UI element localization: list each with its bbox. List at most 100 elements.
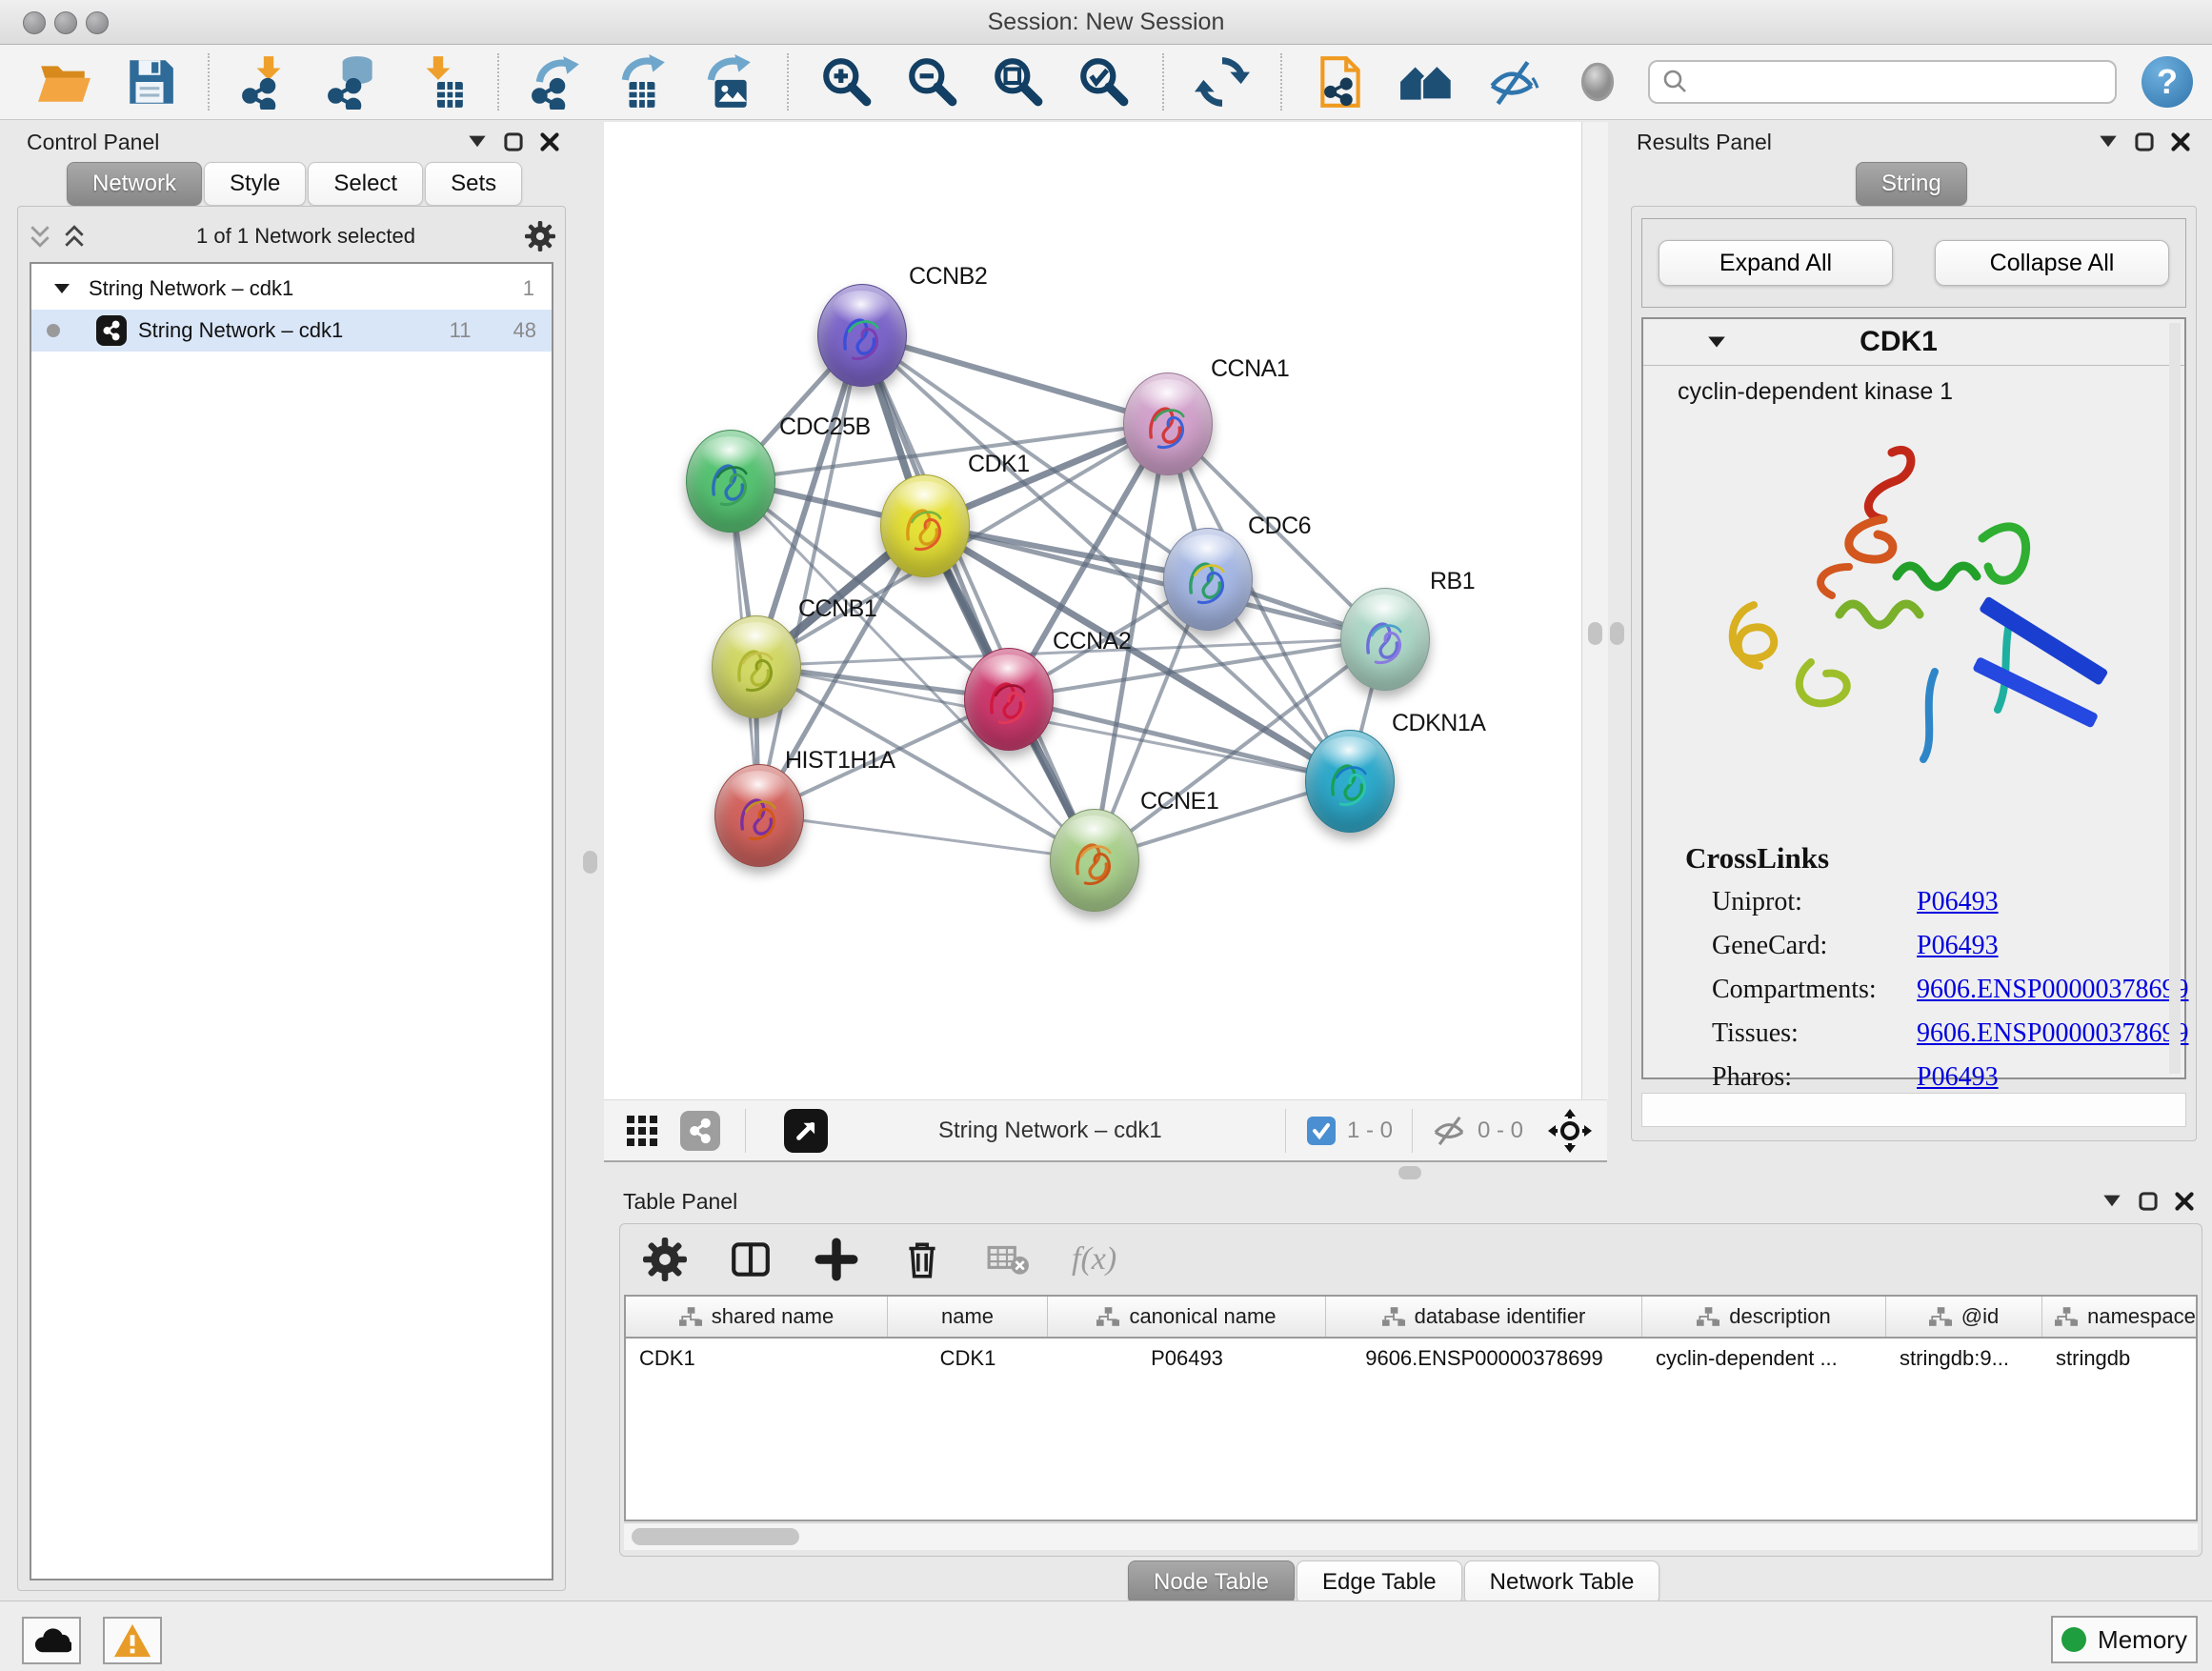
tree-expand-caret-icon[interactable] xyxy=(52,280,71,297)
network-share-icon[interactable] xyxy=(680,1111,720,1151)
panel-collapse-icon[interactable] xyxy=(2098,131,2119,152)
crosslink-link[interactable]: P06493 xyxy=(1917,931,1999,961)
panel-collapse-icon[interactable] xyxy=(2101,1191,2122,1212)
table-cell[interactable]: 9606.ENSP00000378699 xyxy=(1326,1339,1642,1379)
network-node-cdk1[interactable] xyxy=(880,474,970,577)
houses-icon-button[interactable] xyxy=(1398,54,1454,110)
network-scroll-strip[interactable] xyxy=(1581,122,1608,1099)
panel-collapse-icon[interactable] xyxy=(467,131,488,152)
help-button[interactable]: ? xyxy=(2142,56,2193,108)
tab-sets[interactable]: Sets xyxy=(425,162,522,206)
selected-checkbox[interactable] xyxy=(1307,1117,1336,1145)
import-network-button[interactable] xyxy=(240,54,295,110)
network-node-ccna2[interactable] xyxy=(964,648,1054,751)
panel-splitter-handle[interactable] xyxy=(1610,622,1624,645)
table-cell[interactable]: P06493 xyxy=(1048,1339,1326,1379)
zoom-out-button[interactable] xyxy=(905,54,960,110)
column-header-canonical-name[interactable]: canonical name xyxy=(1048,1297,1326,1337)
tab-style[interactable]: Style xyxy=(204,162,306,206)
table-cell[interactable]: stringdb:9... xyxy=(1886,1339,2042,1379)
export-image-button[interactable] xyxy=(701,54,756,110)
zoom-in-button[interactable] xyxy=(819,54,875,110)
save-session-button[interactable] xyxy=(122,54,177,110)
crosslink-link[interactable]: P06493 xyxy=(1917,887,1999,917)
table-cell[interactable]: cyclin-dependent ... xyxy=(1642,1339,1886,1379)
network-node-ccnb2[interactable] xyxy=(817,284,907,387)
table-cell[interactable]: CDK1 xyxy=(626,1339,888,1379)
column-header-namespace[interactable]: namespace xyxy=(2042,1297,2198,1337)
share-file-button[interactable] xyxy=(1313,54,1368,110)
horizontal-splitter-handle[interactable] xyxy=(1398,1166,1421,1179)
delete-column-icon[interactable] xyxy=(900,1238,944,1281)
tab-select[interactable]: Select xyxy=(308,162,423,206)
hidden-eye-icon[interactable] xyxy=(1430,1115,1468,1147)
panel-close-icon[interactable] xyxy=(539,131,560,152)
memory-button[interactable]: Memory xyxy=(2051,1616,2198,1663)
zoom-fit-button[interactable] xyxy=(991,54,1046,110)
tab-network[interactable]: Network xyxy=(67,162,202,206)
network-node-cdc25b[interactable] xyxy=(686,430,775,533)
network-node-ccnb1[interactable] xyxy=(712,615,801,718)
crosslink-link[interactable]: P06493 xyxy=(1917,1062,1999,1093)
panel-splitter-handle[interactable] xyxy=(583,851,597,874)
collapse-all-button[interactable]: Collapse All xyxy=(1935,240,2169,286)
expand-all-button[interactable]: Expand All xyxy=(1659,240,1893,286)
show-columns-icon[interactable] xyxy=(729,1238,773,1281)
table-cell[interactable]: CDK1 xyxy=(888,1339,1048,1379)
birdseye-crosshair-icon[interactable] xyxy=(1548,1109,1592,1153)
warning-status-button[interactable] xyxy=(103,1617,162,1664)
export-table-button[interactable] xyxy=(615,54,671,110)
network-row-selected[interactable]: String Network – cdk1 11 48 xyxy=(31,310,552,352)
table-hscrollbar[interactable] xyxy=(624,1522,2198,1550)
refresh-button[interactable] xyxy=(1195,54,1250,110)
network-canvas[interactable]: CCNB2CCNA1CDC25BCDK1CDC6RB1CCNB1CCNA2CDK… xyxy=(604,122,1581,1099)
network-edge[interactable] xyxy=(758,334,861,815)
column-header-description[interactable]: description xyxy=(1642,1297,1886,1337)
open-in-new-window-button[interactable] xyxy=(784,1109,828,1153)
gear-icon[interactable] xyxy=(525,221,555,252)
function-builder-icon[interactable]: f(x) xyxy=(1072,1241,1116,1278)
network-node-cdc6[interactable] xyxy=(1163,528,1253,631)
tab-node-table[interactable]: Node Table xyxy=(1128,1560,1295,1604)
tab-edge-table[interactable]: Edge Table xyxy=(1297,1560,1462,1604)
delete-table-icon[interactable] xyxy=(986,1238,1030,1281)
collapse-all-icon[interactable] xyxy=(28,224,52,249)
network-edge[interactable] xyxy=(758,815,1094,859)
panel-float-icon[interactable] xyxy=(503,131,524,152)
open-session-button[interactable] xyxy=(36,54,91,110)
import-table-button[interactable] xyxy=(412,54,467,110)
network-node-ccna1[interactable] xyxy=(1123,372,1213,475)
crosslink-link[interactable]: 9606.ENSP00000378699 xyxy=(1917,1018,2188,1049)
panel-close-icon[interactable] xyxy=(2170,131,2191,152)
table-gear-icon[interactable] xyxy=(643,1238,687,1281)
eye-button[interactable] xyxy=(1570,54,1625,110)
column-header-name[interactable]: name xyxy=(888,1297,1048,1337)
network-collection-row[interactable]: String Network – cdk1 1 xyxy=(31,268,552,310)
hide-panel-eye-button[interactable] xyxy=(1484,54,1539,110)
column-header-database-identifier[interactable]: database identifier xyxy=(1326,1297,1642,1337)
search-input[interactable] xyxy=(1648,60,2117,104)
panel-close-icon[interactable] xyxy=(2174,1191,2195,1212)
network-node-hist1h1a[interactable] xyxy=(714,764,804,867)
grid-view-icon[interactable] xyxy=(625,1114,659,1148)
network-node-cdkn1a[interactable] xyxy=(1305,730,1395,833)
panel-float-icon[interactable] xyxy=(2134,131,2155,152)
add-column-icon[interactable] xyxy=(814,1238,858,1281)
splitter-dot[interactable] xyxy=(1588,622,1602,645)
import-network-from-database-button[interactable] xyxy=(326,54,381,110)
export-network-button[interactable] xyxy=(530,54,585,110)
node-section-header[interactable]: CDK1 xyxy=(1643,319,2184,366)
table-row[interactable]: CDK1CDK1P064939606.ENSP00000378699cyclin… xyxy=(626,1339,2196,1379)
tab-string[interactable]: String xyxy=(1856,162,1967,206)
table-hscroll-thumb[interactable] xyxy=(632,1528,799,1545)
results-scrollbar[interactable] xyxy=(2169,323,2181,1074)
crosslink-link[interactable]: 9606.ENSP00000378699 xyxy=(1917,975,2188,1005)
section-caret-icon[interactable] xyxy=(1706,332,1727,352)
column-header--id[interactable]: @id xyxy=(1886,1297,2042,1337)
expand-all-icon[interactable] xyxy=(62,224,87,249)
table-cell[interactable]: stringdb xyxy=(2042,1339,2198,1379)
cloud-status-button[interactable] xyxy=(22,1617,81,1664)
network-node-ccne1[interactable] xyxy=(1050,809,1139,912)
network-node-rb1[interactable] xyxy=(1340,588,1430,691)
column-header-shared-name[interactable]: shared name xyxy=(626,1297,888,1337)
